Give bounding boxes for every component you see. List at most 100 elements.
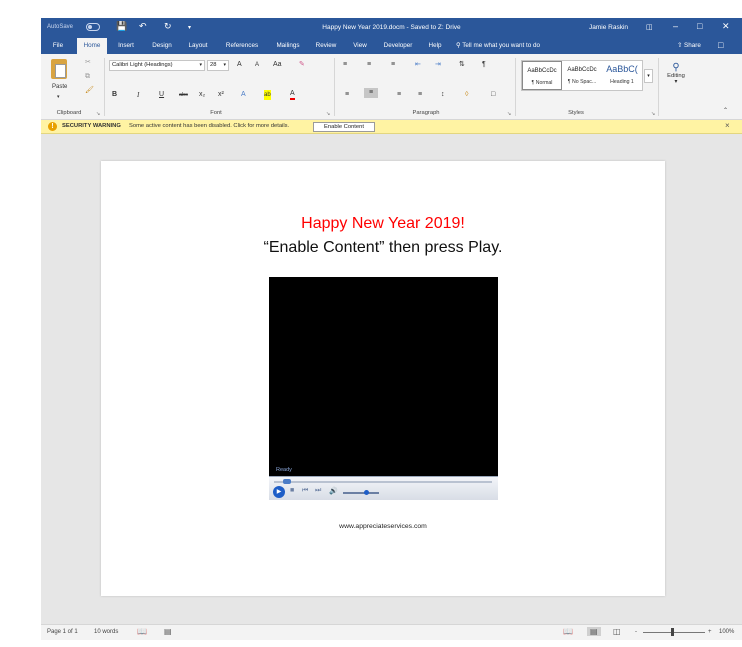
read-mode-icon[interactable]: 📖 [563, 627, 573, 636]
style-no-spacing[interactable]: AaBbCcDc ¶ No Spac... [562, 61, 602, 90]
styles-gallery: AaBbCcDc ¶ Normal AaBbCcDc ¶ No Spac... … [521, 60, 643, 91]
cut-icon[interactable]: ✂ [85, 58, 91, 68]
increase-indent-icon[interactable]: ⇥ [435, 60, 441, 70]
shrink-font-button[interactable]: A [255, 60, 259, 70]
restore-icon[interactable]: □ [697, 21, 702, 31]
tab-review[interactable]: Review [311, 38, 341, 54]
tab-help[interactable]: Help [423, 38, 447, 54]
website-url: www.appreciateservices.com [339, 523, 427, 530]
minimize-icon[interactable]: – [673, 21, 678, 31]
tab-references[interactable]: References [221, 38, 263, 54]
media-player[interactable]: Ready --:-- --:-- ▶ ■ ⏮ ⏭ 🔊 [269, 277, 498, 500]
highlight-button[interactable]: ab [264, 90, 271, 100]
change-case-button[interactable]: Aa [273, 60, 282, 70]
sort-icon[interactable]: ⇅ [459, 60, 465, 70]
copy-icon[interactable]: ⧉ [85, 72, 90, 82]
strikethrough-button[interactable]: abc [179, 90, 188, 100]
style-normal[interactable]: AaBbCcDc ¶ Normal [522, 61, 562, 90]
document-page[interactable]: Happy New Year 2019! “Enable Content” th… [101, 161, 665, 596]
shading-icon[interactable]: ◊ [465, 90, 468, 100]
numbering-icon[interactable]: ≡ [367, 60, 371, 70]
font-group-label: Font [210, 110, 222, 116]
zoom-in-button[interactable]: + [708, 629, 712, 635]
page-count[interactable]: Page 1 of 1 [47, 629, 78, 635]
superscript-button[interactable]: x² [218, 90, 224, 100]
close-icon[interactable]: × [725, 121, 730, 130]
paragraph-launcher-icon[interactable]: ↘ [507, 111, 511, 117]
tab-file[interactable]: File [47, 38, 69, 54]
video-screen[interactable] [269, 277, 498, 476]
volume-slider[interactable] [343, 492, 379, 494]
web-layout-icon[interactable]: ◫ [613, 627, 621, 636]
font-name-combo[interactable]: Calibri Light (Headings) ▾ [109, 60, 205, 71]
ribbon-display-options-icon[interactable]: ◫ [646, 23, 653, 31]
style-heading-1[interactable]: AaBbC( Heading 1 [602, 61, 642, 90]
show-formatting-marks-icon[interactable]: ¶ [482, 60, 486, 70]
styles-launcher-icon[interactable]: ↘ [651, 111, 655, 117]
paste-icon[interactable] [51, 59, 67, 79]
line-spacing-icon[interactable]: ↕ [441, 90, 445, 100]
tab-design[interactable]: Design [147, 38, 177, 54]
tab-developer[interactable]: Developer [379, 38, 417, 54]
style-name: Heading 1 [610, 79, 634, 85]
styles-more-icon[interactable]: ▾ [644, 69, 653, 83]
editing-button[interactable]: ⚲ Editing ▾ [664, 62, 688, 85]
decrease-indent-icon[interactable]: ⇤ [415, 60, 421, 70]
stop-icon[interactable]: ■ [290, 487, 294, 494]
tab-insert[interactable]: Insert [113, 38, 139, 54]
align-left-icon[interactable]: ≡ [345, 90, 349, 100]
style-name: ¶ Normal [531, 80, 553, 86]
tab-view[interactable]: View [347, 38, 373, 54]
tell-me-search[interactable]: ⚲ Tell me what you want to do [456, 42, 540, 49]
tab-layout[interactable]: Layout [183, 38, 213, 54]
word-count[interactable]: 10 words [94, 629, 118, 635]
group-divider [104, 58, 105, 116]
format-painter-icon[interactable]: 🖌 [85, 86, 94, 96]
font-size-combo[interactable]: 28 ▾ [207, 60, 229, 71]
volume-icon[interactable]: 🔊 [329, 487, 338, 495]
align-center-icon[interactable]: ≡ [364, 88, 379, 98]
seek-handle[interactable] [283, 479, 291, 484]
zoom-out-button[interactable]: - [635, 629, 637, 635]
share-button[interactable]: ⇧ Share [677, 42, 701, 49]
security-warning-message[interactable]: Some active content has been disabled. C… [129, 123, 289, 129]
play-icon[interactable]: ▶ [273, 486, 285, 498]
tab-mailings[interactable]: Mailings [271, 38, 305, 54]
proofing-icon[interactable]: 📖 [137, 627, 147, 636]
zoom-handle[interactable] [671, 628, 674, 636]
previous-icon[interactable]: ⏮ [302, 487, 308, 495]
justify-icon[interactable]: ≡ [418, 90, 422, 100]
status-bar: Page 1 of 1 10 words 📖 ▤ 📖 ▤ ◫ - + 100% [41, 624, 742, 640]
underline-button[interactable]: U [159, 90, 164, 100]
clipboard-launcher-icon[interactable]: ↘ [96, 111, 100, 117]
tab-home[interactable]: Home [77, 38, 107, 54]
font-launcher-icon[interactable]: ↘ [326, 111, 330, 117]
paste-label[interactable]: Paste [52, 82, 67, 92]
clear-formatting-icon[interactable]: ✎ [299, 60, 305, 70]
subscript-button[interactable]: x₂ [199, 90, 205, 100]
close-icon[interactable]: ✕ [722, 21, 730, 32]
print-layout-icon[interactable]: ▤ [587, 627, 601, 636]
seek-bar[interactable] [274, 481, 492, 483]
font-color-button[interactable]: A [290, 90, 295, 100]
bullets-icon[interactable]: ≡ [343, 60, 347, 70]
macro-recording-icon[interactable]: ▤ [164, 627, 172, 636]
text-effects-button[interactable]: A [241, 90, 246, 100]
comments-icon[interactable]: □ [718, 40, 723, 50]
user-name[interactable]: Jamie Raskin [589, 24, 628, 31]
next-icon[interactable]: ⏭ [315, 487, 321, 495]
grow-font-button[interactable]: A [237, 60, 242, 70]
zoom-slider[interactable] [643, 632, 705, 633]
bold-button[interactable]: B [112, 90, 117, 100]
collapse-ribbon-icon[interactable]: ⌃ [723, 106, 728, 116]
multilevel-list-icon[interactable]: ≡ [391, 60, 395, 70]
enable-content-button[interactable]: Enable Content [313, 122, 375, 132]
zoom-level[interactable]: 100% [719, 629, 734, 635]
align-right-icon[interactable]: ≡ [397, 90, 401, 100]
italic-button[interactable]: I [137, 90, 139, 100]
chevron-down-icon: ▾ [674, 79, 678, 85]
volume-handle[interactable] [364, 490, 369, 495]
share-label: Share [684, 42, 701, 49]
paste-dropdown-icon[interactable]: ▾ [57, 92, 60, 102]
borders-icon[interactable]: □ [491, 90, 495, 100]
